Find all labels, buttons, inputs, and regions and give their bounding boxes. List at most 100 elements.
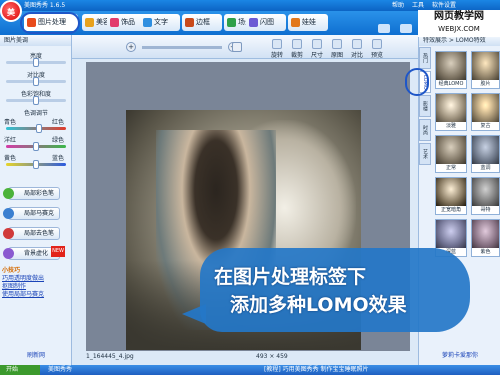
tip-link[interactable]: 抠图制作 — [2, 283, 72, 291]
start-button[interactable]: 开始 — [0, 365, 40, 375]
highlight-ring-tab — [20, 12, 80, 34]
compare-tool[interactable]: 对比 — [348, 39, 366, 59]
magenta-label: 洋红 — [4, 137, 17, 144]
compare-icon — [352, 39, 362, 49]
tab-frame[interactable]: 边框 — [182, 14, 222, 31]
effect-preview — [472, 52, 499, 80]
cyan-red-slider[interactable] — [6, 124, 66, 133]
editor-area: + − 旋转 裁剪 尺寸 原图 对比 预览 1_164445_4.jpg 493… — [72, 35, 418, 365]
effect-thumb[interactable]: 哥特 — [471, 177, 500, 215]
tab-studio[interactable]: 影楼 — [419, 95, 431, 117]
effect-preview — [472, 94, 499, 122]
effect-thumb[interactable]: 蓝调 — [471, 135, 500, 173]
zoom-in-icon[interactable]: + — [126, 42, 136, 52]
effect-category-tabs: 热门 LOMO 影楼 时尚 艺术 — [419, 47, 431, 167]
save-icon — [400, 24, 412, 33]
slider-knob[interactable] — [36, 124, 42, 133]
decolor-pen-icon — [3, 228, 14, 239]
editor-toolbar: + − 旋转 裁剪 尺寸 原图 对比 预览 — [72, 35, 418, 59]
tab-text[interactable]: 文字 — [140, 14, 180, 31]
effect-thumb[interactable]: 复古 — [471, 93, 500, 131]
crop-icon — [292, 39, 302, 49]
slider-label: 色调调节 — [23, 110, 48, 117]
watermark: 网页教学网 WEBJX.COM — [418, 10, 500, 37]
resize-tool[interactable]: 尺寸 — [308, 39, 326, 59]
face-icon — [85, 18, 94, 27]
app-logo: 美 — [0, 0, 22, 22]
zoom-slider[interactable] — [142, 46, 222, 49]
effect-thumb[interactable]: 深蓝 — [435, 219, 467, 257]
brightness-slider[interactable] — [6, 58, 66, 67]
file-name: 1_164445_4.jpg — [86, 353, 134, 360]
left-footer-link[interactable]: 刷新网 — [0, 350, 72, 362]
original-icon — [332, 39, 342, 49]
heart-icon — [110, 18, 119, 27]
taskbar-item[interactable]: 美图秀秀 — [44, 365, 72, 375]
local-color-pen-button[interactable]: 局部彩色笔 — [3, 187, 60, 200]
slider-knob[interactable] — [33, 160, 39, 169]
effect-thumb[interactable]: 正宽暗角 — [435, 177, 467, 215]
menu-help[interactable]: 帮助 — [392, 0, 404, 11]
contrast-slider[interactable] — [6, 77, 66, 86]
tab-flash[interactable]: 闪图 — [246, 14, 286, 31]
effect-preview — [472, 136, 499, 164]
mosaic-icon — [3, 208, 14, 219]
effect-preview — [436, 220, 466, 248]
effects-panel: 特效展示 > LOMO特效 热门 LOMO 影楼 时尚 艺术 经典LOMO 胶片… — [418, 35, 500, 365]
slider-knob[interactable] — [33, 142, 39, 151]
resize-icon — [312, 39, 322, 49]
text-icon — [143, 18, 152, 27]
tab-doll[interactable]: 娃娃 — [288, 14, 328, 31]
effect-preview — [436, 52, 466, 80]
image-canvas[interactable] — [86, 62, 410, 351]
tab-hot[interactable]: 热门 — [419, 47, 431, 69]
green-label: 绿色 — [52, 137, 65, 144]
doll-icon — [291, 18, 300, 27]
right-footer-link[interactable]: 萝莉卡爱那你 — [419, 350, 500, 359]
effect-thumb[interactable]: 正常 — [435, 135, 467, 173]
effect-thumb[interactable]: 经典LOMO — [435, 51, 467, 89]
rotate-icon — [272, 39, 282, 49]
effect-thumb[interactable]: 淡雅 — [435, 93, 467, 131]
saturation-slider[interactable] — [6, 96, 66, 105]
effect-thumb[interactable]: 紫色 — [471, 219, 500, 257]
folder-icon — [378, 24, 390, 33]
window-title: 美图秀秀 1.6.5 — [24, 2, 66, 9]
left-panel: 图片美调 亮度 对比度 色彩饱和度 色调调节 青色 红色 洋红 绿色 黄色 蓝色… — [0, 35, 72, 365]
effect-preview — [472, 178, 499, 206]
blur-icon — [3, 248, 14, 259]
app-window: 美 美图秀秀 1.6.5 帮助 工具 软件设置 网页教学网 WEBJX.COM … — [0, 0, 500, 375]
yellow-blue-slider[interactable] — [6, 160, 66, 169]
photo-shadow — [126, 260, 361, 350]
highlight-ring-lomo — [405, 68, 429, 96]
image-status-bar: 1_164445_4.jpg 493 × 459 — [86, 352, 410, 362]
slider-knob[interactable] — [33, 96, 39, 105]
red-label: 红色 — [52, 119, 65, 126]
crop-tool[interactable]: 裁剪 — [288, 39, 306, 59]
effect-preview — [436, 94, 466, 122]
local-mosaic-button[interactable]: 局部马赛克 — [3, 207, 60, 220]
tips-title: 小技巧 — [2, 267, 21, 274]
effect-preview — [472, 220, 499, 248]
slider-knob[interactable] — [33, 58, 39, 67]
tip-link[interactable]: 巧用透明度做出 — [2, 275, 72, 283]
slider-knob[interactable] — [33, 77, 39, 86]
cyan-label: 青色 — [4, 119, 17, 126]
fit-icon[interactable] — [232, 42, 242, 52]
tip-link[interactable]: 使用局部马赛克 — [2, 291, 72, 299]
edited-photo — [126, 110, 361, 350]
scene-icon — [227, 18, 236, 27]
preview-icon — [372, 39, 382, 49]
preview-tool[interactable]: 预览 — [368, 39, 386, 59]
effect-thumb[interactable]: 胶片 — [471, 51, 500, 89]
tab-art[interactable]: 艺术 — [419, 143, 431, 165]
image-dimensions: 493 × 459 — [256, 353, 288, 360]
left-panel-title: 图片美调 — [0, 35, 71, 46]
taskbar-item[interactable]: [教程] 巧用美图秀秀 制作宝宝睡眠照片 — [260, 365, 369, 375]
background-blur-button[interactable]: 背景虚化 NEW — [3, 246, 65, 260]
original-tool[interactable]: 原图 — [328, 39, 346, 59]
local-decolor-button[interactable]: 局部去色笔 — [3, 227, 60, 240]
rotate-tool[interactable]: 旋转 — [268, 39, 286, 59]
magenta-green-slider[interactable] — [6, 142, 66, 151]
tab-fashion[interactable]: 时尚 — [419, 119, 431, 141]
